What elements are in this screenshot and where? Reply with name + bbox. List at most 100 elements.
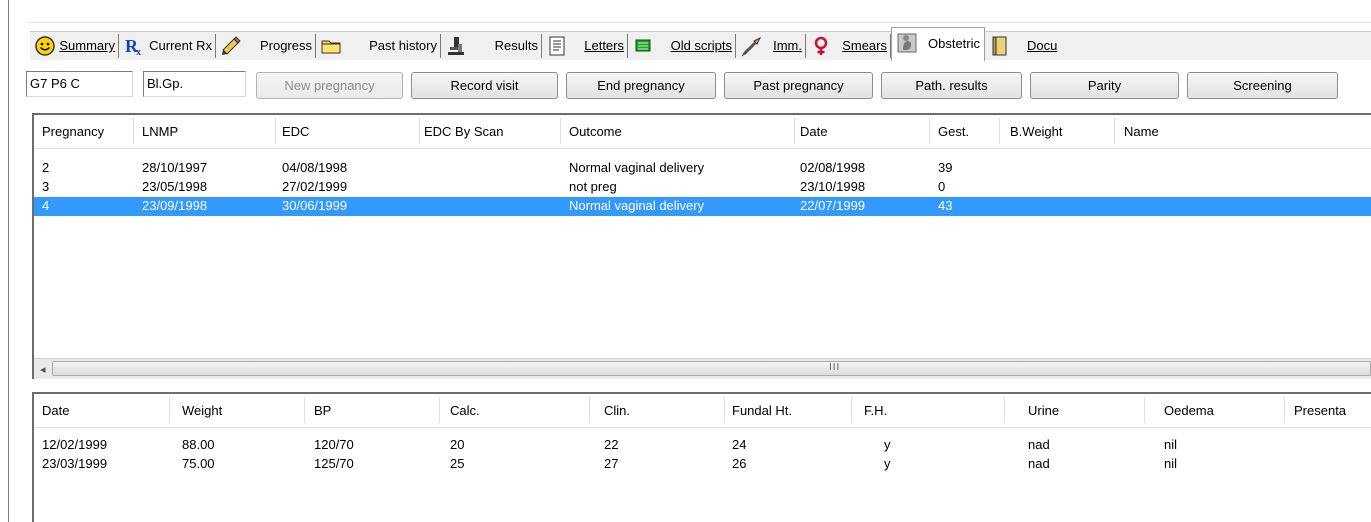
column-header-fundal-height[interactable]: Fundal Ht.	[732, 403, 792, 418]
parity-button[interactable]: Parity	[1030, 72, 1179, 99]
cell-weight: 75.00	[182, 456, 215, 471]
table-row[interactable]: 12/02/1999 88.00 120/70 20 22 24 y nad n…	[34, 436, 1371, 455]
pen-notes-icon	[220, 35, 242, 57]
column-header-edc[interactable]: EDC	[282, 124, 309, 139]
left-splitter	[0, 0, 26, 522]
cell-fh: y	[884, 437, 891, 452]
tab-immunisation[interactable]: Imm.	[736, 31, 806, 60]
column-header-weight[interactable]: Weight	[182, 403, 222, 418]
column-header-gest[interactable]: Gest.	[938, 124, 969, 139]
column-header-presentation[interactable]: Presenta	[1294, 403, 1346, 418]
cell-clin: 27	[604, 456, 619, 471]
cell-fundal-height: 26	[732, 456, 747, 471]
notebook-icon	[989, 35, 1011, 57]
column-header-outcome[interactable]: Outcome	[569, 124, 622, 139]
table-row[interactable]: 23/03/1999 75.00 125/70 25 27 26 y nad n…	[34, 455, 1371, 474]
column-header-oedema[interactable]: Oedema	[1164, 403, 1214, 418]
scroll-left-arrow-icon[interactable]: ◂	[40, 363, 46, 376]
tab-label: Old scripts	[670, 38, 732, 53]
cell-outcome: not preg	[569, 179, 617, 194]
cell-gest: 43	[938, 198, 953, 213]
end-pregnancy-button[interactable]: End pregnancy	[566, 72, 716, 99]
tab-label: Progress	[259, 38, 312, 53]
cell-pregnancy: 2	[42, 160, 50, 175]
cell-date: 23/03/1999	[42, 456, 108, 471]
table-row[interactable]: 3 23/05/1998 27/02/1999 not preg 23/10/1…	[34, 178, 1371, 197]
tab-label: Summary	[59, 38, 115, 53]
cell-edc: 04/08/1998	[282, 160, 348, 175]
cell-oedema: nil	[1164, 456, 1178, 471]
cell-clin: 22	[604, 437, 619, 452]
column-header-fh[interactable]: F.H.	[864, 403, 887, 418]
column-header-clin[interactable]: Clin.	[604, 403, 630, 418]
tab-documents[interactable]: Docu	[985, 31, 1371, 60]
column-header-bp[interactable]: BP	[314, 403, 331, 418]
screening-button[interactable]: Screening	[1187, 72, 1338, 99]
record-visit-button[interactable]: Record visit	[411, 72, 558, 99]
female-symbol-icon	[810, 35, 832, 57]
cell-gest: 39	[938, 160, 953, 175]
tab-label: Imm.	[773, 38, 802, 53]
tab-current-rx[interactable]: Rx Current Rx	[119, 31, 216, 60]
cell-weight: 88.00	[182, 437, 215, 452]
pregnancy-icon	[896, 32, 918, 54]
document-icon	[546, 35, 568, 57]
cell-date: 23/10/1998	[800, 179, 866, 194]
prescription-icon: Rx	[123, 35, 145, 58]
blood-group-field[interactable]: Bl.Gp.	[143, 71, 246, 97]
pregnancy-list-header: Pregnancy LNMP EDC EDC By Scan Outcome D…	[34, 115, 1371, 149]
cell-edc: 27/02/1999	[282, 179, 348, 194]
cell-bp: 120/70	[314, 437, 354, 452]
path-results-button[interactable]: Path. results	[881, 72, 1022, 99]
cell-lnmp: 23/05/1998	[142, 179, 208, 194]
new-pregnancy-button[interactable]: New pregnancy	[256, 72, 403, 99]
cell-bp: 125/70	[314, 456, 354, 471]
cell-date: 22/07/1999	[800, 198, 866, 213]
cell-fh: y	[884, 456, 891, 471]
gravida-field[interactable]: G7 P6 C	[26, 71, 133, 97]
cell-urine: nad	[1028, 456, 1050, 471]
column-header-urine[interactable]: Urine	[1028, 403, 1059, 418]
microscope-icon	[445, 35, 467, 57]
tab-bar: Summary Rx Current Rx Progress Past hist…	[30, 26, 1371, 61]
cell-date: 12/02/1999	[42, 437, 108, 452]
cell-calc: 20	[450, 437, 465, 452]
table-row[interactable]: 2 28/10/1997 04/08/1998 Normal vaginal d…	[34, 159, 1371, 178]
cell-outcome: Normal vaginal delivery	[569, 160, 705, 175]
tab-progress[interactable]: Progress	[216, 31, 316, 60]
scrollbar-grip-icon: III	[829, 362, 841, 373]
pill-pack-icon	[632, 35, 654, 57]
tab-results[interactable]: Results	[441, 31, 542, 60]
cell-outcome: Normal vaginal delivery	[569, 198, 705, 213]
cell-lnmp: 28/10/1997	[142, 160, 208, 175]
tab-label: Current Rx	[149, 38, 212, 53]
tab-letters[interactable]: Letters	[542, 31, 628, 60]
column-header-date[interactable]: Date	[800, 124, 827, 139]
tab-obstetric[interactable]: Obstetric	[891, 27, 985, 61]
past-pregnancy-button[interactable]: Past pregnancy	[724, 72, 873, 99]
horizontal-scrollbar[interactable]: ◂ III	[34, 358, 1371, 379]
column-header-calc[interactable]: Calc.	[450, 403, 480, 418]
smiley-icon	[34, 35, 56, 57]
tab-old-scripts[interactable]: Old scripts	[628, 31, 736, 60]
visit-list-header: Date Weight BP Calc. Clin. Fundal Ht. F.…	[34, 394, 1371, 428]
table-row-selected[interactable]: 4 23/09/1998 30/06/1999 Normal vaginal d…	[34, 197, 1371, 216]
tab-summary[interactable]: Summary	[30, 31, 119, 60]
column-header-pregnancy[interactable]: Pregnancy	[42, 124, 104, 139]
tab-smears[interactable]: Smears	[806, 31, 891, 60]
pregnancy-list[interactable]: Pregnancy LNMP EDC EDC By Scan Outcome D…	[32, 113, 1371, 379]
column-header-lnmp[interactable]: LNMP	[142, 124, 178, 139]
column-header-birth-weight[interactable]: B.Weight	[1010, 124, 1063, 139]
window-top-strip	[0, 0, 1371, 23]
scrollbar-thumb[interactable]: III	[52, 361, 1371, 376]
column-header-edc-by-scan[interactable]: EDC By Scan	[424, 124, 503, 139]
cell-urine: nad	[1028, 437, 1050, 452]
tab-label: Obstetric	[927, 36, 980, 51]
tab-past-history[interactable]: Past history	[316, 31, 441, 60]
visit-list[interactable]: Date Weight BP Calc. Clin. Fundal Ht. F.…	[32, 392, 1371, 522]
tab-label: Letters	[584, 38, 624, 53]
column-header-date[interactable]: Date	[42, 403, 69, 418]
tab-label: Smears	[842, 38, 887, 53]
column-header-name[interactable]: Name	[1124, 124, 1159, 139]
cell-fundal-height: 24	[732, 437, 747, 452]
